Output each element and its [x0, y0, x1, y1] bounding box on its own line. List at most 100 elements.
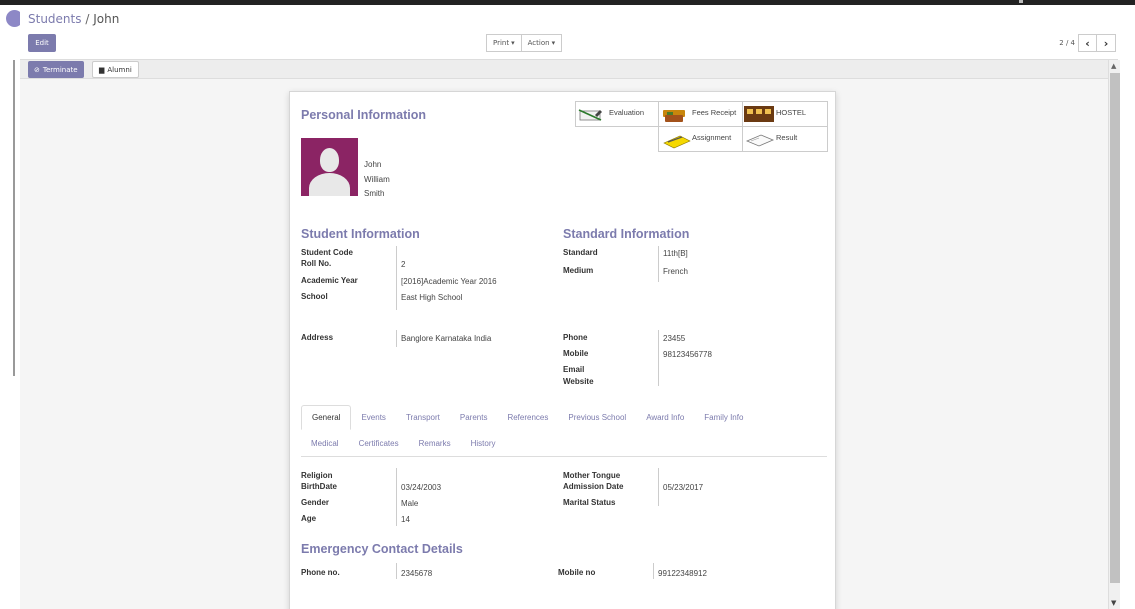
pager-next-button[interactable]: › [1097, 34, 1116, 52]
result-icon [745, 134, 775, 147]
tab-remarks[interactable]: Remarks [409, 431, 461, 456]
evaluation-icon [578, 109, 602, 121]
phone-field[interactable]: 23455 [663, 334, 685, 343]
notebook-tabs-row-1: General Events Transport Parents Referen… [301, 405, 753, 430]
tab-history[interactable]: History [461, 431, 506, 456]
edit-button[interactable]: Edit [28, 34, 56, 52]
middle-name-field[interactable]: William [364, 173, 390, 188]
age-label: Age [301, 514, 317, 523]
chevron-right-icon: › [1103, 36, 1109, 50]
assignment-label: Assignment [692, 133, 732, 142]
terminate-label: Terminate [42, 65, 78, 74]
result-smart-button[interactable]: Result [742, 126, 828, 152]
last-name-field[interactable]: Smith [364, 187, 390, 202]
tab-references[interactable]: References [497, 405, 558, 430]
student-name-block: John William Smith [364, 158, 390, 202]
fees-receipt-icon [663, 110, 685, 122]
evaluation-smart-button[interactable]: Evaluation [575, 101, 659, 127]
address-field[interactable]: Banglore Karnataka India [401, 334, 491, 343]
emergency-mobile-label: Mobile no [558, 568, 596, 577]
notebook-tabs-row-2: Medical Certificates Remarks History [301, 432, 506, 454]
chevron-left-icon: ‹ [1085, 36, 1090, 50]
sidebar-button-group: Print ▾ Action ▾ [486, 34, 563, 52]
field-separator [653, 563, 654, 579]
emergency-contact-heading: Emergency Contact Details [301, 542, 463, 556]
student-information-heading: Student Information [301, 227, 420, 241]
standard-label: Standard [563, 248, 598, 257]
scroll-up-arrow-icon[interactable]: ▲ [1111, 62, 1116, 70]
action-dropdown-button[interactable]: Action ▾ [521, 34, 563, 52]
email-label: Email [563, 365, 585, 374]
standard-information-heading: Standard Information [563, 227, 690, 241]
alumni-button[interactable]: ▆ Alumni [92, 61, 139, 78]
academic-year-field[interactable]: [2016]Academic Year 2016 [401, 277, 497, 286]
roll-no-field[interactable]: 2 [401, 260, 405, 269]
control-panel: Students / John Edit Print ▾ Action ▾ 2 … [20, 5, 1118, 60]
pager-value[interactable]: 2 / 4 [1059, 39, 1075, 47]
admission-date-label: Admission Date [563, 482, 624, 491]
tab-transport[interactable]: Transport [396, 405, 450, 430]
medium-label: Medium [563, 266, 594, 275]
gender-label: Gender [301, 498, 330, 507]
tab-general[interactable]: General [301, 405, 352, 430]
medium-field[interactable]: French [663, 267, 688, 276]
emergency-mobile-field[interactable]: 99122348912 [658, 569, 707, 578]
user-menu-caret[interactable] [1019, 0, 1023, 3]
breadcrumb-students-link[interactable]: Students [28, 12, 82, 26]
school-label: School [301, 292, 328, 301]
website-label: Website [563, 377, 594, 386]
print-label: Print [493, 39, 510, 47]
tab-family-info[interactable]: Family Info [694, 405, 753, 430]
tabs-divider [301, 456, 827, 457]
gender-field[interactable]: Male [401, 499, 418, 508]
print-dropdown-button[interactable]: Print ▾ [486, 34, 522, 52]
breadcrumb: Students / John [28, 12, 119, 26]
standard-field[interactable]: 11th[B] [663, 249, 688, 258]
form-sheet: Personal Information Evaluation Fees Rec… [289, 91, 836, 609]
student-code-label: Student Code [301, 248, 353, 257]
fees-receipt-label: Fees Receipt [692, 108, 737, 117]
emergency-phone-label: Phone no. [301, 568, 340, 577]
scrollbar-thumb[interactable] [1110, 73, 1120, 583]
age-field[interactable]: 14 [401, 515, 410, 524]
mobile-field[interactable]: 98123456778 [663, 350, 712, 359]
tab-parents[interactable]: Parents [450, 405, 498, 430]
marital-status-label: Marital Status [563, 498, 616, 507]
admission-date-field[interactable]: 05/23/2017 [663, 483, 703, 492]
field-separator [658, 246, 659, 282]
pager-previous-button[interactable]: ‹ [1078, 34, 1097, 52]
religion-label: Religion [301, 471, 333, 480]
action-label: Action [527, 39, 550, 47]
fees-receipt-smart-button[interactable]: Fees Receipt [658, 101, 743, 127]
vertical-scrollbar[interactable]: ▲ ▼ [1108, 60, 1120, 609]
ban-icon: ⊘ [34, 65, 40, 74]
student-photo-avatar[interactable] [301, 138, 358, 196]
birthdate-field[interactable]: 03/24/2003 [401, 483, 441, 492]
terminate-button[interactable]: ⊘ Terminate [28, 61, 84, 78]
smart-buttons: Evaluation Fees Receipt HOSTEL Assignmen… [575, 101, 828, 153]
academic-year-label: Academic Year [301, 276, 358, 285]
tab-previous-school[interactable]: Previous School [558, 405, 636, 430]
roll-no-label: Roll No. [301, 259, 332, 268]
field-separator [658, 468, 659, 506]
avatar-body-shape [309, 173, 350, 196]
caret-down-icon: ▾ [551, 39, 556, 47]
tab-certificates[interactable]: Certificates [349, 431, 409, 456]
hostel-smart-button[interactable]: HOSTEL [742, 101, 828, 127]
mother-tongue-label: Mother Tongue [563, 471, 621, 480]
field-separator [396, 563, 397, 579]
assignment-smart-button[interactable]: Assignment [658, 126, 743, 152]
school-field[interactable]: East High School [401, 293, 462, 302]
first-name-field[interactable]: John [364, 158, 390, 173]
field-separator [658, 330, 659, 386]
hostel-label: HOSTEL [776, 108, 807, 117]
scroll-down-arrow-icon[interactable]: ▼ [1111, 599, 1116, 607]
address-label: Address [301, 333, 334, 342]
tab-events[interactable]: Events [351, 405, 395, 430]
tab-medical[interactable]: Medical [301, 431, 349, 456]
tab-award-info[interactable]: Award Info [636, 405, 694, 430]
field-separator [396, 468, 397, 526]
evaluation-label: Evaluation [609, 108, 645, 117]
emergency-phone-field[interactable]: 2345678 [401, 569, 432, 578]
result-label: Result [776, 133, 798, 142]
